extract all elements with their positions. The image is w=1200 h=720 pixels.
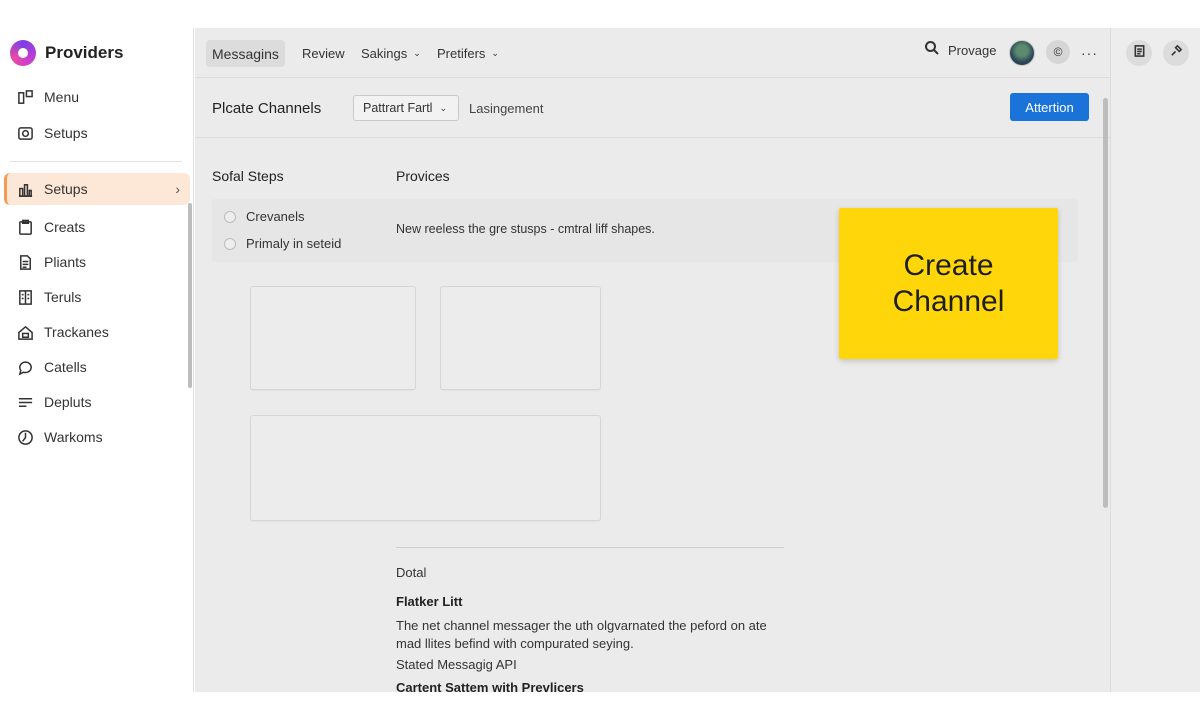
- sidebar-item-label: Setups: [44, 181, 88, 197]
- sidebar: Providers Menu Setups Setups › Creats Pl…: [0, 28, 194, 692]
- pin-icon: [1170, 44, 1183, 62]
- tab-label: Sakings: [361, 46, 408, 61]
- attention-button[interactable]: Attertion: [1010, 93, 1089, 121]
- clipboard-button[interactable]: [1126, 40, 1152, 66]
- radio-label: Primaly in seteid: [246, 236, 342, 251]
- detail-heading: Flatker Litt: [396, 594, 463, 609]
- clock-icon: [16, 428, 34, 446]
- sidebar-item-label: Creats: [44, 219, 86, 235]
- sidebar-item-label: Depluts: [44, 394, 92, 410]
- clipboard-icon: [16, 218, 34, 236]
- breadcrumb[interactable]: Lasingement: [469, 101, 543, 116]
- chevron-right-icon: ›: [175, 181, 180, 197]
- callout-text: Create Channel: [892, 248, 1005, 318]
- sidebar-item-creats[interactable]: Creats: [4, 211, 190, 243]
- divider: [396, 547, 784, 548]
- sidebar-item-label: Pliants: [44, 254, 87, 270]
- app-window: Providers Menu Setups Setups › Creats Pl…: [0, 28, 1200, 692]
- main-panel: Messagins Review Sakings ⌄ Pretifers ⌄ P…: [195, 28, 1200, 692]
- sidebar-item-teruls[interactable]: Teruls: [4, 281, 190, 313]
- tab-review[interactable]: Review: [296, 40, 351, 67]
- more-icon[interactable]: ···: [1081, 45, 1098, 61]
- sidebar-item-label: Setups: [44, 125, 88, 141]
- document-icon: [16, 253, 34, 271]
- avatar[interactable]: [1009, 40, 1035, 66]
- list-icon: [16, 393, 34, 411]
- search-area[interactable]: Provage: [924, 40, 996, 61]
- sidebar-item-pliants[interactable]: Pliants: [4, 246, 190, 278]
- radio-button[interactable]: [224, 237, 236, 250]
- section-heading-right: Provices: [396, 168, 450, 184]
- placeholder-card-wide[interactable]: [250, 415, 601, 521]
- sidebar-scrollbar[interactable]: [188, 203, 192, 388]
- pin-button[interactable]: [1163, 40, 1189, 66]
- create-channel-callout[interactable]: Create Channel: [839, 208, 1058, 359]
- page-header: Plcate Channels Pattrart Fartl ⌄ Lasinge…: [195, 78, 1110, 138]
- sidebar-divider: [10, 161, 182, 162]
- copyright-icon[interactable]: ©: [1046, 40, 1070, 64]
- right-rail: [1110, 28, 1200, 692]
- detail-label: Dotal: [396, 565, 427, 580]
- detail-line: Cartent Sattem with Prevlicers: [396, 680, 584, 692]
- sidebar-item-setups[interactable]: Setups: [4, 117, 190, 149]
- sidebar-item-setups-active[interactable]: Setups ›: [4, 173, 190, 205]
- tab-messagins[interactable]: Messagins: [206, 40, 285, 67]
- page-title: Plcate Channels: [212, 100, 322, 117]
- sidebar-item-label: Catells: [44, 359, 87, 375]
- tab-pretifers[interactable]: Pretifers ⌄: [431, 40, 505, 67]
- tab-label: Review: [302, 46, 345, 61]
- chevron-down-icon: ⌄: [413, 48, 421, 58]
- more-menu[interactable]: ···: [1081, 45, 1098, 61]
- search-label: Provage: [948, 43, 997, 58]
- sidebar-item-catells[interactable]: Catells: [4, 351, 190, 383]
- sidebar-item-label: Trackanes: [44, 324, 109, 340]
- radio-button[interactable]: [224, 210, 236, 223]
- radio-option[interactable]: Primaly in seteid: [224, 236, 341, 251]
- select-value: Pattrart Fartl: [363, 101, 433, 115]
- grid-icon: [16, 88, 34, 106]
- radio-label: Crevanels: [246, 209, 305, 224]
- tab-label: Pretifers: [437, 46, 486, 61]
- frame-icon: [16, 124, 34, 142]
- tab-label: Messagins: [212, 45, 279, 62]
- copyright-button-wrap[interactable]: ©: [1046, 40, 1070, 64]
- detail-line: Stated Messagig API: [396, 657, 517, 672]
- chevron-down-icon: ⌄: [439, 102, 448, 113]
- bar-chart-icon: [16, 180, 34, 198]
- user-avatar-wrap[interactable]: [1009, 40, 1035, 66]
- channel-select[interactable]: Pattrart Fartl ⌄: [353, 95, 459, 121]
- top-navigation: Messagins Review Sakings ⌄ Pretifers ⌄ P…: [195, 28, 1110, 78]
- search-icon: [924, 40, 940, 61]
- sidebar-item-label: Menu: [44, 89, 80, 105]
- sidebar-item-menu[interactable]: Menu: [4, 81, 190, 113]
- book-icon: [16, 288, 34, 306]
- sidebar-item-warkoms[interactable]: Warkoms: [4, 421, 190, 453]
- radio-option[interactable]: Crevanels: [224, 209, 305, 224]
- placeholder-card[interactable]: [440, 286, 601, 390]
- brand-logo: [10, 40, 36, 66]
- sidebar-item-depluts[interactable]: Depluts: [4, 386, 190, 418]
- sidebar-item-label: Teruls: [44, 289, 82, 305]
- main-scrollbar[interactable]: [1103, 98, 1108, 508]
- detail-paragraph: The net channel messager the uth olgvarn…: [396, 618, 767, 651]
- section-heading-left: Sofal Steps: [212, 168, 284, 184]
- sidebar-item-trackanes[interactable]: Trackanes: [4, 316, 190, 348]
- options-description: New reeless the gre stusps - cmtral liff…: [396, 222, 655, 236]
- sidebar-item-label: Warkoms: [44, 429, 103, 445]
- brand[interactable]: Providers: [10, 40, 123, 66]
- chevron-down-icon: ⌄: [491, 48, 499, 58]
- brand-title: Providers: [45, 43, 124, 62]
- chat-bubble-icon: [16, 358, 34, 376]
- home-icon: [16, 323, 34, 341]
- tab-sakings[interactable]: Sakings ⌄: [355, 40, 427, 67]
- clipboard-icon: [1133, 44, 1146, 62]
- placeholder-card[interactable]: [250, 286, 416, 390]
